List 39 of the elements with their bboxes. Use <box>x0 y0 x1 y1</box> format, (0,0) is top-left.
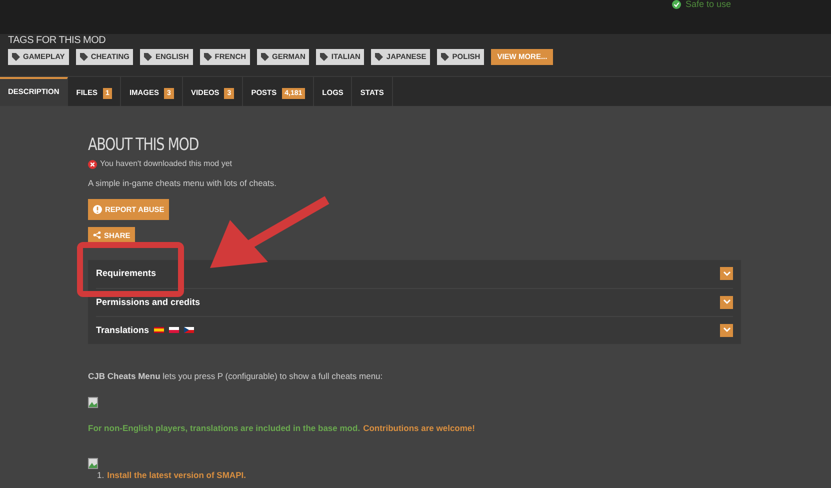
accordion-row[interactable]: Permissions and credits <box>96 288 733 316</box>
tag-icon <box>12 53 20 61</box>
safety-status: Safe to use <box>685 0 731 9</box>
check-circle-icon <box>672 0 682 9</box>
translation-note: For non-English players, translations are included in the base mod. <box>88 422 360 434</box>
flag-icon <box>154 327 164 334</box>
broken-image-icon <box>88 458 98 470</box>
tag-icon <box>204 53 212 61</box>
accordion-row[interactable]: Requirements <box>96 260 733 288</box>
step-number: 1. <box>97 469 104 482</box>
broken-image-icon <box>88 396 98 408</box>
download-status: You haven't downloaded this mod yet <box>100 158 232 170</box>
step-link[interactable]: Install the latest version of SMAPI. <box>107 469 246 482</box>
about-heading: ABOUT THIS MOD <box>88 135 200 155</box>
accordion-row[interactable]: Translations <box>96 316 733 344</box>
flag-icon <box>169 327 180 334</box>
tags-heading: TAGS FOR THIS MOD <box>8 35 107 47</box>
flag-icon <box>184 327 194 334</box>
tag-icon <box>375 53 384 61</box>
chevron-toggle[interactable] <box>720 296 733 309</box>
intro-paragraph: CJB Cheats Menu lets you press P (configurable) to show a full cheats menu: <box>88 370 384 382</box>
cross-circle-icon <box>88 160 97 168</box>
mod-summary: A simple in-game cheats menu with lots of cheats. <box>88 177 278 190</box>
tag-icon <box>261 53 270 61</box>
chevron-icon <box>722 270 730 277</box>
tag-icon <box>80 53 88 61</box>
tag-icon <box>320 53 328 61</box>
chevron-icon <box>722 327 730 334</box>
chevron-icon <box>722 299 730 306</box>
share-icon <box>93 231 101 240</box>
exclamation-icon <box>93 204 102 214</box>
section-title: Permissions and credits <box>96 296 200 308</box>
tag-icon <box>144 53 152 61</box>
chevron-toggle[interactable] <box>720 324 733 337</box>
tag-icon <box>441 53 450 61</box>
section-title: Requirements <box>96 267 156 280</box>
contributions-link[interactable]: Contributions are welcome! <box>363 422 475 434</box>
chevron-toggle[interactable] <box>720 267 733 280</box>
section-title: Translations <box>96 324 150 336</box>
